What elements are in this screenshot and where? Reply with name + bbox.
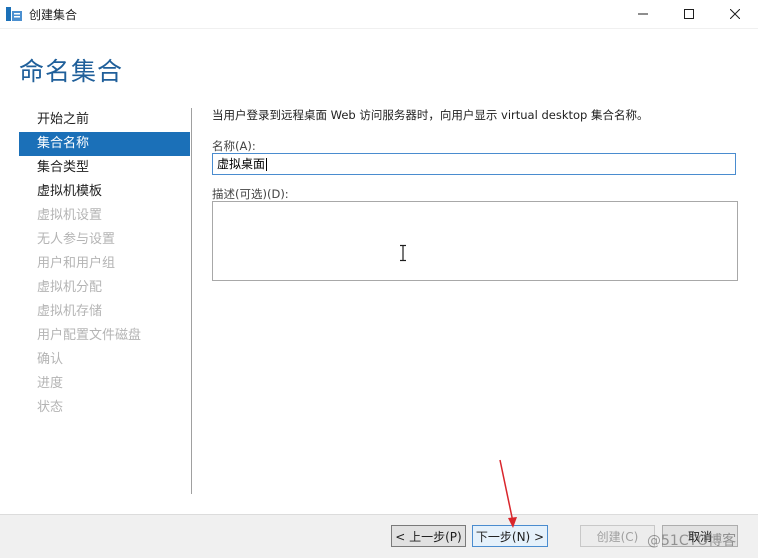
collection-name-value: 虚拟桌面 <box>217 157 266 171</box>
next-button[interactable]: 下一步(N) > <box>472 525 548 547</box>
window-title: 创建集合 <box>29 8 78 22</box>
close-button[interactable] <box>712 0 758 28</box>
nav-item-collection-name[interactable]: 集合名称 <box>19 132 190 156</box>
nav-item-unattended-settings: 无人参与设置 <box>37 232 116 247</box>
description-label: 描述(可选)(D): <box>212 187 289 201</box>
nav-divider <box>191 108 192 494</box>
nav-item-users-groups: 用户和用户组 <box>37 256 116 271</box>
collection-name-input[interactable]: 虚拟桌面 <box>212 153 736 175</box>
text-caret <box>266 158 268 171</box>
watermark: @51CTO博客 <box>647 533 737 549</box>
name-label: 名称(A): <box>212 139 256 153</box>
nav-item-before-you-begin[interactable]: 开始之前 <box>19 108 190 132</box>
page-description: 当用户登录到远程桌面 Web 访问服务器时，向用户显示 virtual desk… <box>212 108 649 122</box>
nav-item-vm-allocation: 虚拟机分配 <box>37 280 103 295</box>
nav-item-status: 状态 <box>37 400 64 415</box>
nav-item-confirmation: 确认 <box>37 352 64 367</box>
nav-item-progress: 进度 <box>37 376 64 391</box>
wizard-nav: 开始之前 集合名称 集合类型 虚拟机模板 虚拟机设置 无人参与设置 用户和用户组… <box>19 108 190 420</box>
close-icon <box>730 9 740 19</box>
nav-item-vm-template[interactable]: 虚拟机模板 <box>19 180 190 204</box>
server-manager-icon <box>6 7 22 21</box>
ibeam-cursor-icon <box>400 244 406 262</box>
nav-item-collection-type[interactable]: 集合类型 <box>19 156 190 180</box>
page-title: 命名集合 <box>19 57 124 86</box>
maximize-button[interactable] <box>666 0 712 28</box>
nav-item-user-profile-disks: 用户配置文件磁盘 <box>37 328 142 343</box>
description-textarea[interactable] <box>212 201 738 281</box>
create-button: 创建(C) <box>580 525 655 547</box>
title-bar: 创建集合 <box>0 0 758 29</box>
minimize-icon <box>638 13 648 15</box>
nav-item-vm-settings: 虚拟机设置 <box>37 208 103 223</box>
nav-item-vm-storage: 虚拟机存储 <box>37 304 103 319</box>
previous-button[interactable]: < 上一步(P) <box>391 525 466 547</box>
minimize-button[interactable] <box>620 0 666 28</box>
maximize-icon <box>684 9 694 19</box>
